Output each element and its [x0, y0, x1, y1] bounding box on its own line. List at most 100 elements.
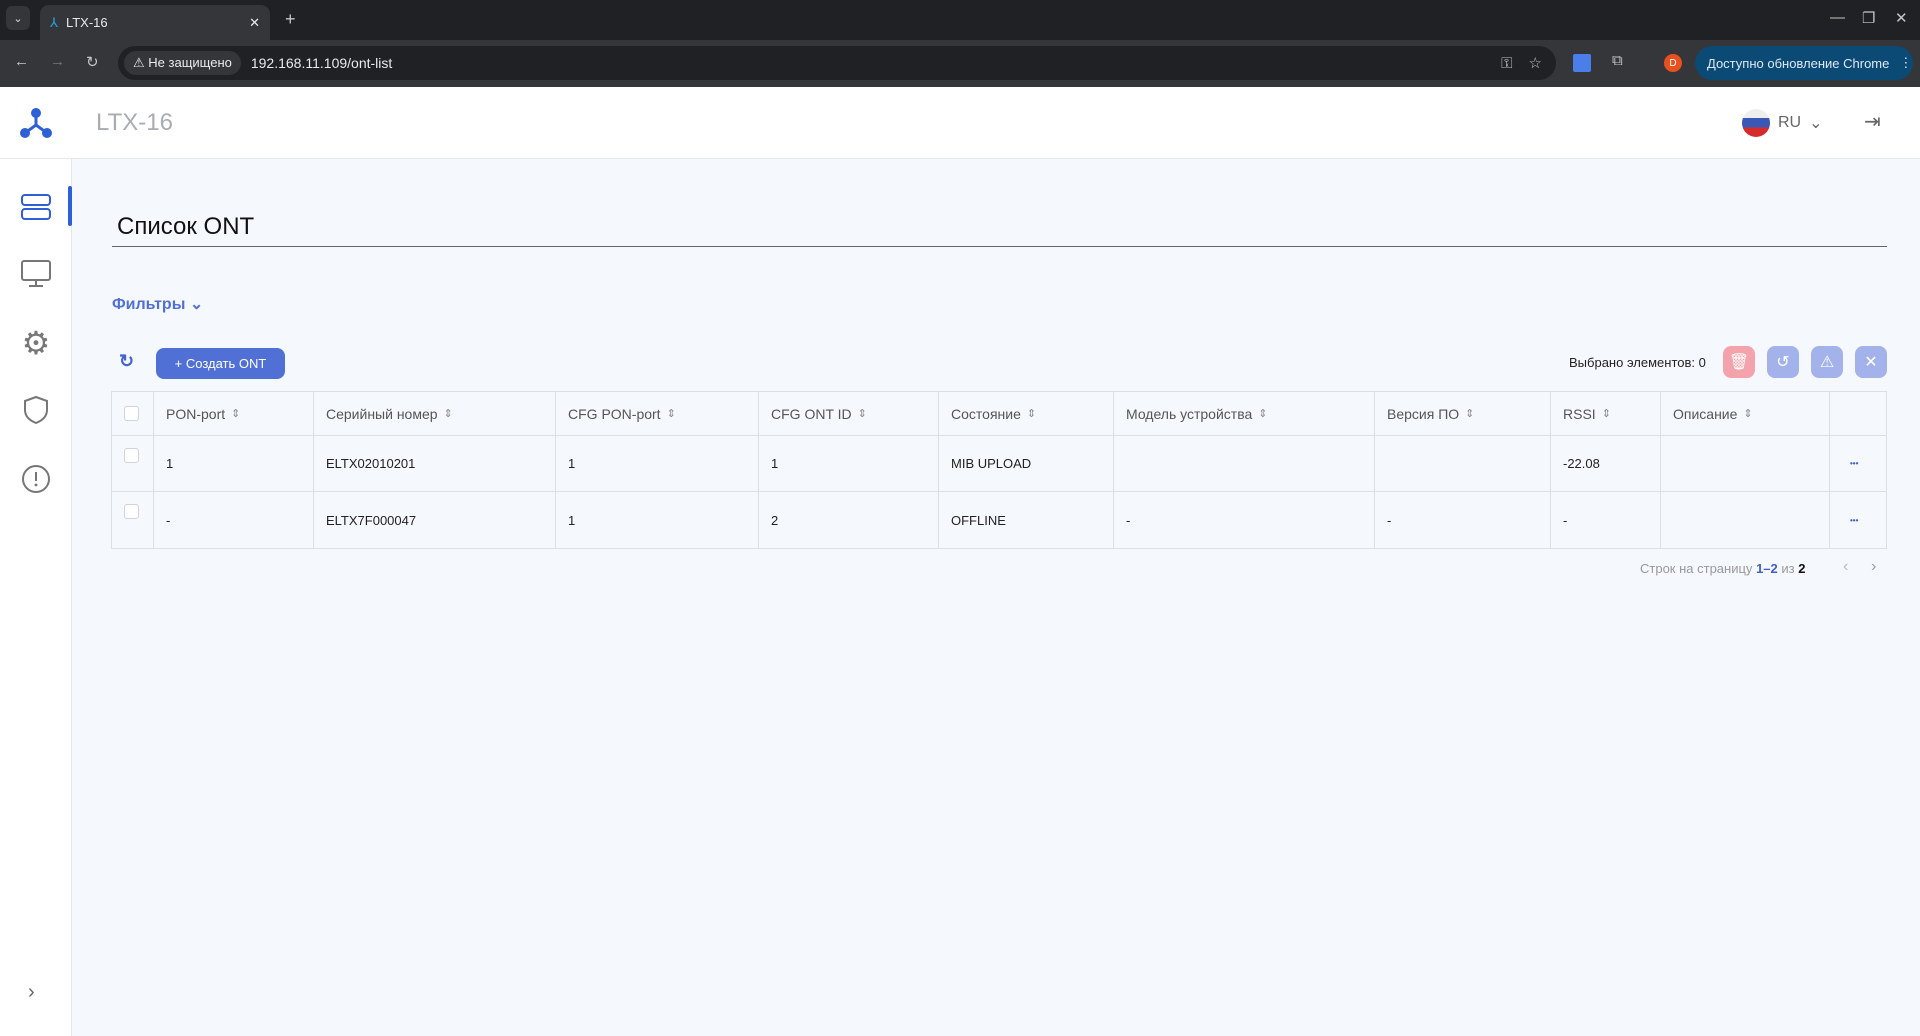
forward-icon[interactable]: →	[50, 53, 65, 70]
table-cell: 1	[556, 492, 759, 548]
sort-icon[interactable]: ⇕	[1027, 407, 1036, 420]
extensions-icon[interactable]: ⧉	[1612, 52, 1623, 69]
ont-table: PON-port ⇕ Серийный номер ⇕ CFG PON-port ⇕ CFG…	[111, 391, 1887, 549]
table-cell	[1375, 436, 1551, 491]
table-cell: -22.08	[1551, 436, 1661, 491]
row-select-cell[interactable]	[112, 492, 154, 548]
row-select-cell[interactable]	[112, 436, 154, 491]
password-key-icon[interactable]: ⚿	[1501, 55, 1512, 72]
next-page-button[interactable]: ›	[1871, 558, 1876, 576]
column-header[interactable]: Серийный номер ⇕	[314, 392, 556, 435]
new-tab-button[interactable]: +	[285, 9, 296, 30]
column-header[interactable]: RSSI ⇕	[1551, 392, 1661, 435]
minimize-button[interactable]: —	[1830, 9, 1845, 26]
column-header[interactable]: Описание ⇕	[1661, 392, 1830, 435]
profile-avatar[interactable]: D	[1664, 54, 1682, 72]
restore-button[interactable]: ❐	[1862, 9, 1875, 27]
reload-icon[interactable]: ↻	[86, 53, 99, 71]
prev-page-button[interactable]: ‹	[1843, 558, 1848, 576]
close-window-button[interactable]: ✕	[1895, 9, 1908, 27]
sort-icon[interactable]: ⇕	[667, 407, 676, 420]
column-header[interactable]: Модель устройства ⇕	[1114, 392, 1375, 435]
checkbox[interactable]	[124, 406, 139, 421]
table-cell: -	[1551, 492, 1661, 548]
sidebar-item-monitor[interactable]	[18, 256, 54, 292]
app-logo-icon	[20, 108, 52, 138]
of-label: из	[1781, 561, 1795, 576]
column-header-label: RSSI	[1563, 405, 1596, 422]
tab-list-button[interactable]: ⌄	[6, 6, 30, 30]
checkbox[interactable]	[124, 504, 139, 519]
app-title: LTX-16	[96, 109, 173, 136]
checkbox[interactable]	[124, 448, 139, 463]
language-selector[interactable]: RU ⌄	[1742, 109, 1823, 137]
reset-button[interactable]: ↺	[1767, 346, 1799, 378]
chevron-down-icon: ⌄	[189, 296, 204, 313]
sidebar-item-settings[interactable]: ⚙	[18, 325, 54, 361]
sort-icon[interactable]: ⇕	[444, 407, 453, 420]
column-header[interactable]: CFG ONT ID ⇕	[759, 392, 939, 435]
translate-icon[interactable]	[1573, 54, 1591, 72]
column-header-label: Состояние	[951, 405, 1021, 422]
sort-icon[interactable]: ⇕	[1602, 407, 1611, 420]
column-header[interactable]: CFG PON-port ⇕	[556, 392, 759, 435]
create-ont-button[interactable]: + Создать ONT	[156, 348, 285, 379]
column-header-label: Версия ПО	[1387, 405, 1460, 422]
sort-icon[interactable]: ⇕	[1743, 407, 1752, 420]
cancel-button[interactable]: ✕	[1855, 346, 1887, 378]
close-tab-icon[interactable]: ✕	[249, 15, 260, 31]
warning-button[interactable]: ⚠	[1811, 346, 1843, 378]
rows-per-page-label: Строк на страницу	[1640, 561, 1753, 576]
cell-value: -22.08	[1563, 456, 1600, 471]
security-indicator[interactable]: ⚠ Не защищено	[124, 51, 241, 75]
gear-icon: ⚙	[21, 325, 51, 361]
table-cell: 1	[556, 436, 759, 491]
logout-icon[interactable]: ⇥	[1864, 109, 1881, 134]
more-icon[interactable]: •••	[1850, 459, 1858, 468]
sort-icon[interactable]: ⇕	[231, 407, 240, 420]
title-divider	[112, 246, 1887, 247]
sidebar-item-ont-list[interactable]	[18, 189, 54, 225]
select-all-cell[interactable]	[112, 392, 154, 435]
column-header[interactable]: PON-port ⇕	[154, 392, 314, 435]
table-cell: -	[154, 492, 314, 548]
more-icon[interactable]: •••	[1850, 516, 1858, 525]
table-cell	[1661, 436, 1830, 491]
table-cell: ELTX02010201	[314, 436, 556, 491]
filters-toggle[interactable]: Фильтры ⌄	[112, 294, 203, 314]
row-actions-button[interactable]: •••	[1830, 492, 1887, 548]
active-indicator	[68, 186, 72, 226]
delete-button[interactable]: 🗑	[1723, 346, 1755, 378]
back-icon[interactable]: ←	[14, 53, 29, 70]
page-title: Список ONT	[117, 213, 255, 240]
cell-value: -	[1126, 512, 1131, 528]
sort-icon[interactable]: ⇕	[1465, 407, 1474, 420]
cell-value: OFFLINE	[951, 512, 1006, 528]
sort-icon[interactable]: ⇕	[1258, 407, 1267, 420]
refresh-button[interactable]: ↻	[119, 351, 134, 372]
chrome-update-button[interactable]: Доступно обновление Chrome ⋮	[1695, 46, 1913, 80]
column-header[interactable]: Версия ПО ⇕	[1375, 392, 1551, 435]
cell-value: -	[166, 512, 171, 528]
russia-flag-icon	[1742, 109, 1770, 137]
sort-icon[interactable]: ⇕	[858, 407, 867, 420]
bookmark-star-icon[interactable]: ☆	[1529, 54, 1542, 72]
cell-value: 1	[568, 512, 576, 528]
app-header: LTX-16 RU ⌄ ⇥	[0, 87, 1920, 159]
expand-sidebar-icon[interactable]: ›	[28, 981, 35, 1004]
table-cell: OFFLINE	[939, 492, 1114, 548]
actions-header[interactable]	[1830, 392, 1887, 435]
column-header-label: CFG ONT ID	[771, 405, 852, 422]
address-bar[interactable]: ⚠ Не защищено 192.168.11.109/ont-list ⚿ …	[118, 46, 1556, 80]
cell-value: 1	[166, 456, 174, 471]
column-header[interactable]: Состояние ⇕	[939, 392, 1114, 435]
browser-tab[interactable]: ⅄ LTX-16 ✕	[40, 5, 270, 40]
table-cell: 1	[759, 436, 939, 491]
url-text: 192.168.11.109/ont-list	[250, 55, 393, 71]
row-actions-button[interactable]: •••	[1830, 436, 1887, 491]
sidebar-item-alerts[interactable]	[18, 461, 54, 497]
sidebar-item-security[interactable]	[18, 392, 54, 428]
cell-value: -	[1563, 512, 1568, 528]
server-icon	[21, 194, 51, 220]
cell-value: ELTX7F000047	[326, 512, 417, 528]
